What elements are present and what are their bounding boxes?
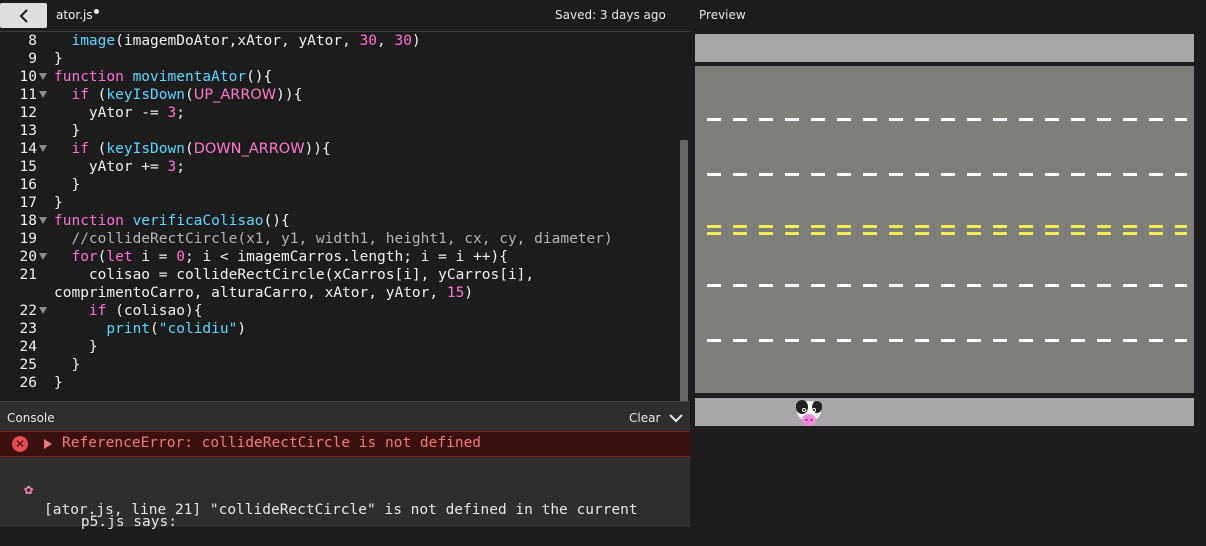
road bbox=[695, 66, 1194, 393]
code-line[interactable]: 18 function verificaColisao(){ bbox=[0, 212, 680, 230]
top-bar: ator.js Saved: 3 days ago bbox=[0, 0, 690, 31]
editor-scrollbar-thumb[interactable] bbox=[680, 140, 688, 402]
error-icon: ✕ bbox=[12, 436, 28, 452]
code-line[interactable]: 21 colisao = collideRectCircle(xCarros[i… bbox=[0, 266, 680, 284]
line-number: 19 bbox=[19, 231, 37, 247]
fold-arrow-icon[interactable] bbox=[39, 145, 47, 152]
lane-line bbox=[707, 339, 1187, 342]
code-line[interactable]: 17} bbox=[0, 194, 680, 212]
code-line[interactable]: 15 yAtor += 3; bbox=[0, 158, 680, 176]
code-text: colisao = collideRectCircle(xCarros[i], … bbox=[54, 267, 535, 283]
line-number: 21 bbox=[19, 267, 37, 283]
code-line[interactable]: 25 } bbox=[0, 356, 680, 374]
code-text: print("colidiu") bbox=[106, 321, 247, 337]
cow-sprite-icon bbox=[796, 400, 822, 426]
fold-arrow-icon[interactable] bbox=[39, 307, 47, 314]
code-text: } bbox=[54, 51, 63, 67]
line-number: 13 bbox=[19, 123, 37, 139]
code-text: } bbox=[54, 357, 81, 373]
lane-line bbox=[707, 232, 1187, 235]
code-text: if (colisao){ bbox=[88, 303, 203, 319]
code-text: } bbox=[54, 123, 81, 139]
code-line[interactable]: 23 print("colidiu") bbox=[0, 320, 680, 338]
saved-status: Saved: 3 days ago bbox=[555, 8, 666, 22]
code-line[interactable]: 19 //collideRectCircle(x1, y1, width1, h… bbox=[0, 230, 680, 248]
code-text: image(imagemDoAtor,xAtor, yAtor, 30, 30) bbox=[71, 33, 421, 49]
line-number: 10 bbox=[19, 69, 37, 85]
fold-arrow-icon[interactable] bbox=[39, 217, 47, 224]
code-line[interactable]: 16 } bbox=[0, 176, 680, 194]
line-number: 22 bbox=[19, 303, 37, 319]
line-number: 20 bbox=[19, 249, 37, 265]
code-line[interactable]: 8 image(imagemDoAtor,xAtor, yAtor, 30, 3… bbox=[0, 32, 680, 50]
preview-title: Preview bbox=[699, 8, 746, 22]
line-number: 12 bbox=[19, 105, 37, 121]
code-text: } bbox=[54, 375, 63, 391]
code-text: comprimentoCarro, alturaCarro, xAtor, yA… bbox=[54, 285, 474, 301]
console-header: Console Clear bbox=[0, 401, 690, 432]
code-text: } bbox=[54, 195, 63, 211]
code-line[interactable]: 22 if (colisao){ bbox=[0, 302, 680, 320]
lane-line bbox=[707, 118, 1187, 121]
line-number: 17 bbox=[19, 195, 37, 211]
code-text: } bbox=[54, 177, 81, 193]
line-number: 14 bbox=[19, 141, 37, 157]
code-line[interactable]: comprimentoCarro, alturaCarro, xAtor, yA… bbox=[0, 284, 680, 302]
expand-triangle-icon[interactable] bbox=[44, 439, 52, 449]
file-name-label: ator.js bbox=[56, 8, 93, 22]
code-text: if (keyIsDown(UP_ARROW)){ bbox=[71, 87, 303, 103]
fold-arrow-icon[interactable] bbox=[39, 91, 47, 98]
line-number: 25 bbox=[19, 357, 37, 373]
error-message: ReferenceError: collideRectCircle is not… bbox=[62, 435, 482, 451]
file-tab[interactable]: ator.js bbox=[56, 8, 99, 22]
chevron-left-icon bbox=[19, 8, 28, 23]
clear-console-button[interactable]: Clear bbox=[629, 411, 660, 425]
code-text: yAtor += 3; bbox=[54, 159, 185, 175]
fold-arrow-icon[interactable] bbox=[39, 253, 47, 260]
line-number: 26 bbox=[19, 375, 37, 391]
unsaved-indicator-icon bbox=[93, 9, 99, 14]
lane-line bbox=[707, 284, 1187, 287]
lane-line bbox=[707, 173, 1187, 176]
code-text: //collideRectCircle(x1, y1, width1, heig… bbox=[71, 231, 613, 247]
preview-canvas[interactable] bbox=[691, 31, 1197, 431]
lane-line bbox=[707, 225, 1187, 228]
line-number: 16 bbox=[19, 177, 37, 193]
line-number: 24 bbox=[19, 339, 37, 355]
code-text: for(let i = 0; i < imagemCarros.length; … bbox=[71, 249, 509, 265]
code-line[interactable]: 9} bbox=[0, 50, 680, 68]
code-line[interactable]: 11 if (keyIsDown(UP_ARROW)){ bbox=[0, 86, 680, 104]
code-line[interactable]: 20 for(let i = 0; i < imagemCarros.lengt… bbox=[0, 248, 680, 266]
console-error-row[interactable]: ✕ ReferenceError: collideRectCircle is n… bbox=[0, 431, 690, 457]
fold-arrow-icon[interactable] bbox=[39, 73, 47, 80]
line-number: 23 bbox=[19, 321, 37, 337]
back-button[interactable] bbox=[0, 3, 47, 28]
console-body: ✕ ReferenceError: collideRectCircle is n… bbox=[0, 431, 690, 530]
code-line[interactable]: 24 } bbox=[0, 338, 680, 356]
bottom-sidewalk bbox=[695, 398, 1194, 426]
code-text: if (keyIsDown(DOWN_ARROW)){ bbox=[71, 141, 331, 157]
console-title: Console bbox=[7, 411, 55, 425]
chevron-down-icon[interactable] bbox=[668, 411, 684, 425]
p5-friendly-message: [ator.js, line 21] "collideRectCircle" i… bbox=[44, 502, 638, 518]
top-sidewalk bbox=[695, 34, 1194, 62]
code-line[interactable]: 12 yAtor -= 3; bbox=[0, 104, 680, 122]
line-number: 18 bbox=[19, 213, 37, 229]
line-number: 9 bbox=[28, 51, 37, 67]
code-text: function movimentaAtor(){ bbox=[54, 69, 273, 85]
code-line[interactable]: 13 } bbox=[0, 122, 680, 140]
line-number: 15 bbox=[19, 159, 37, 175]
line-number: 11 bbox=[19, 87, 37, 103]
p5-flower-icon: ✿ bbox=[24, 480, 34, 498]
code-text: yAtor -= 3; bbox=[54, 105, 185, 121]
code-editor[interactable]: 8 image(imagemDoAtor,xAtor, yAtor, 30, 3… bbox=[0, 31, 690, 402]
code-line[interactable]: 14 if (keyIsDown(DOWN_ARROW)){ bbox=[0, 140, 680, 158]
code-text: } bbox=[54, 339, 98, 355]
code-text: function verificaColisao(){ bbox=[54, 213, 290, 229]
code-line[interactable]: 10 function movimentaAtor(){ bbox=[0, 68, 680, 86]
code-line[interactable]: 26} bbox=[0, 374, 680, 392]
line-number: 8 bbox=[28, 33, 37, 49]
